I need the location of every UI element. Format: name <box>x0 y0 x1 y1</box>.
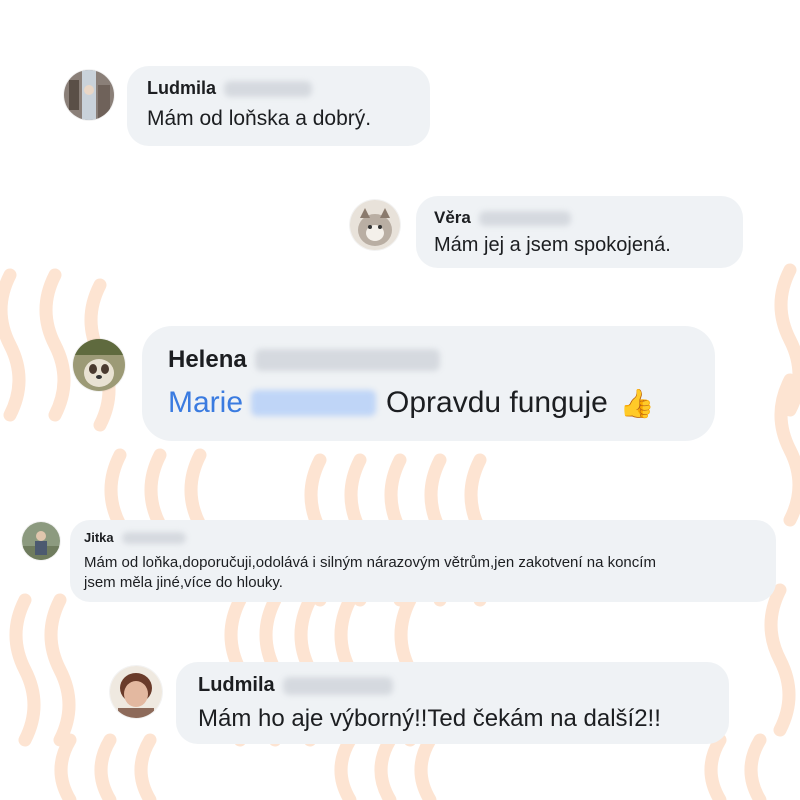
comment-bubble[interactable]: Helena Marie Opravdu funguje 👍 <box>142 326 715 441</box>
author-first-name[interactable]: Ludmila <box>198 674 275 697</box>
comment-body: Opravdu funguje <box>386 386 608 419</box>
avatar[interactable] <box>73 339 125 391</box>
comment-bubble[interactable]: Jitka Mám od loňka,doporučuji,odolává i … <box>70 520 776 602</box>
avatar[interactable] <box>22 522 60 560</box>
author-surname-blurred <box>478 210 571 226</box>
avatar[interactable] <box>64 70 114 120</box>
author-surname-blurred <box>282 676 393 695</box>
author-surname-blurred <box>224 80 313 97</box>
avatar[interactable] <box>110 666 162 718</box>
mention-link[interactable]: Marie <box>168 386 386 420</box>
comment-text-line-1: Mám od loňka,doporučuji,odolává i silným… <box>84 554 656 571</box>
mention-first-name[interactable]: Marie <box>168 386 243 420</box>
author-first-name[interactable]: Ludmila <box>147 78 216 99</box>
comment-bubble[interactable]: Ludmila Mám ho aje výborný!!Ted čekám na… <box>176 662 729 744</box>
thumbs-up-icon: 👍 <box>619 387 655 419</box>
mention-surname-blurred <box>251 390 377 416</box>
comment-text: Mám ho aje výborný!!Ted čekám na další2!… <box>198 705 661 732</box>
comment-text-line-2: jsem měla jiné,více do hlouky. <box>84 574 283 591</box>
comment-bubble[interactable]: Ludmila Mám od loňska a dobrý. <box>127 66 430 146</box>
author-first-name[interactable]: Jitka <box>84 530 114 545</box>
comment-text: Marie Opravdu funguje 👍 <box>168 386 689 420</box>
comment-author[interactable]: Ludmila <box>198 674 707 697</box>
avatar[interactable] <box>350 200 400 250</box>
comment-bubble[interactable]: Věra Mám jej a jsem spokojená. <box>416 196 743 268</box>
comment-text: Mám jej a jsem spokojená. <box>434 234 671 256</box>
comment-text: Mám od loňska a dobrý. <box>147 107 372 130</box>
author-first-name[interactable]: Věra <box>434 208 471 228</box>
author-first-name[interactable]: Helena <box>168 346 247 374</box>
comment-author[interactable]: Helena <box>168 346 689 374</box>
author-surname-blurred <box>254 349 440 371</box>
comment-author[interactable]: Ludmila <box>147 78 410 99</box>
comment-author[interactable]: Věra <box>434 208 725 228</box>
author-surname-blurred <box>121 531 186 544</box>
comment-author[interactable]: Jitka <box>84 530 762 545</box>
